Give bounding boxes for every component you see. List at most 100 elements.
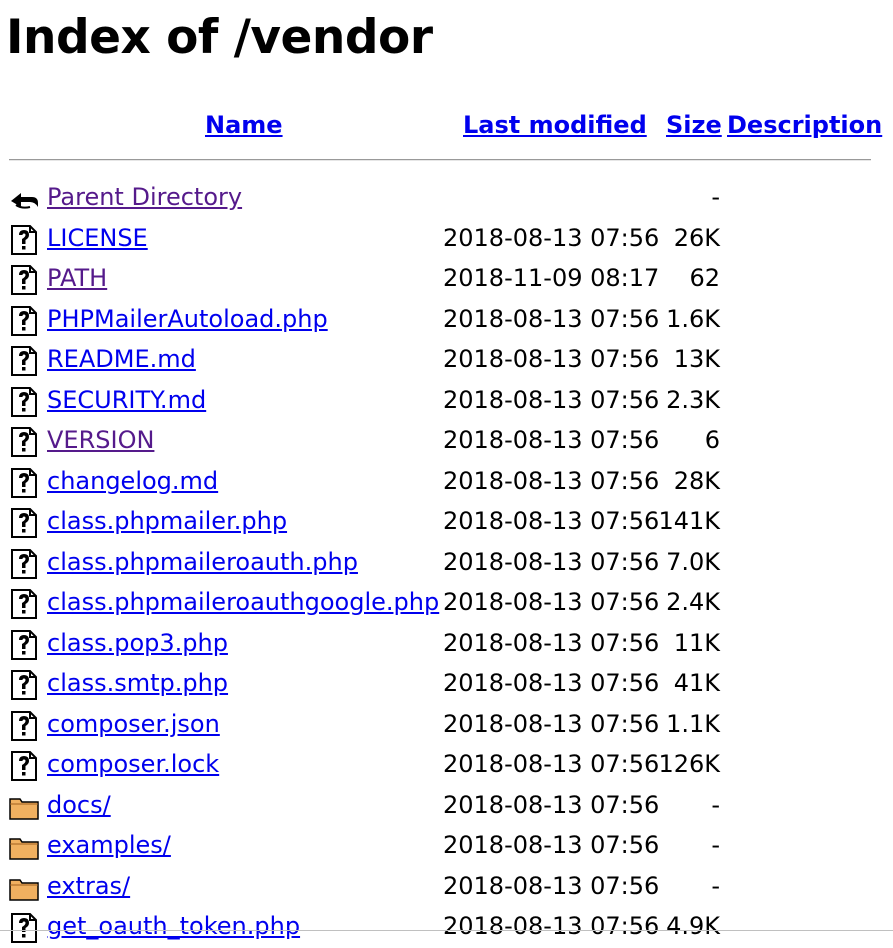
last-modified: 2018-08-13 07:56 bbox=[443, 223, 660, 252]
file-row: composer.json 2018-08-13 07:56 1.1K bbox=[0, 706, 893, 746]
file-row: SECURITY.md 2018-08-13 07:56 2.3K bbox=[0, 382, 893, 422]
file-row: PATH 2018-11-09 08:17 62 bbox=[0, 260, 893, 300]
file-size: 141K bbox=[658, 507, 720, 535]
file-link[interactable]: composer.lock bbox=[47, 749, 219, 779]
file-link[interactable]: changelog.md bbox=[47, 466, 218, 496]
file-size: - bbox=[711, 871, 720, 900]
last-modified: 2018-08-13 07:56 bbox=[443, 750, 660, 778]
file-size: 2.3K bbox=[666, 385, 720, 414]
last-modified: 2018-08-13 07:56 bbox=[443, 466, 660, 495]
last-modified: 2018-08-13 07:56 bbox=[443, 304, 660, 333]
unknown-file-icon bbox=[11, 548, 37, 579]
file-link[interactable]: class.phpmaileroauth.php bbox=[47, 547, 358, 577]
file-link[interactable]: class.pop3.php bbox=[47, 628, 228, 658]
unknown-file-icon bbox=[11, 710, 37, 741]
unknown-file-icon bbox=[11, 386, 37, 417]
file-link[interactable]: composer.json bbox=[47, 709, 220, 739]
sort-by-name-link[interactable]: Name bbox=[205, 110, 283, 140]
last-modified: 2018-08-13 07:56 bbox=[443, 345, 660, 373]
file-row: class.phpmaileroauth.php 2018-08-13 07:56… bbox=[0, 544, 893, 584]
file-row: README.md 2018-08-13 07:56 13K bbox=[0, 341, 893, 381]
last-modified: 2018-11-09 08:17 bbox=[443, 264, 660, 292]
file-link[interactable]: LICENSE bbox=[47, 223, 148, 253]
file-link[interactable]: PATH bbox=[47, 263, 107, 293]
header-divider bbox=[9, 159, 871, 161]
file-size: 2.4K bbox=[666, 588, 720, 616]
file-size: - bbox=[711, 183, 720, 211]
last-modified: 2018-08-13 07:56 bbox=[443, 669, 660, 697]
sort-by-last-modified-link[interactable]: Last modified bbox=[463, 110, 647, 140]
file-size: 7.0K bbox=[666, 547, 720, 576]
last-modified: 2018-08-13 07:56 bbox=[443, 871, 660, 900]
unknown-file-icon bbox=[11, 629, 37, 660]
back-icon bbox=[11, 193, 38, 209]
file-size: 1.6K bbox=[666, 304, 720, 333]
file-row: class.phpmailer.php 2018-08-13 07:56 141K bbox=[0, 503, 893, 543]
file-link[interactable]: class.phpmailer.php bbox=[47, 506, 287, 536]
file-link[interactable]: PHPMailerAutoload.php bbox=[47, 304, 328, 334]
unknown-file-icon bbox=[11, 913, 37, 943]
file-row: class.pop3.php 2018-08-13 07:56 11K bbox=[0, 625, 893, 665]
file-size: 41K bbox=[673, 669, 720, 697]
file-link[interactable]: README.md bbox=[47, 344, 196, 374]
file-row: class.smtp.php 2018-08-13 07:56 41K bbox=[0, 665, 893, 705]
file-size: 1.1K bbox=[666, 709, 720, 738]
unknown-file-icon bbox=[11, 670, 37, 700]
last-modified: 2018-08-13 07:56 bbox=[443, 588, 660, 616]
last-modified: 2018-08-13 07:56 bbox=[443, 912, 660, 940]
file-size: 28K bbox=[673, 466, 720, 495]
unknown-file-icon bbox=[11, 265, 37, 295]
folder-icon bbox=[9, 878, 39, 901]
file-row: changelog.md 2018-08-13 07:56 28K bbox=[0, 463, 893, 503]
last-modified: 2018-08-13 07:56 bbox=[443, 547, 660, 576]
file-size: 62 bbox=[689, 264, 720, 292]
file-row: examples/2018-08-13 07:56 - bbox=[0, 827, 893, 867]
page-title: Index of /vendor bbox=[6, 10, 433, 65]
file-size: - bbox=[711, 790, 720, 819]
file-link[interactable]: docs/ bbox=[47, 790, 111, 820]
viewport-bottom-edge bbox=[0, 930, 893, 931]
file-link[interactable]: class.phpmaileroauthgoogle.php bbox=[47, 587, 439, 617]
file-link[interactable]: VERSION bbox=[47, 425, 154, 455]
folder-icon bbox=[9, 838, 39, 860]
last-modified: 2018-08-13 07:56 bbox=[443, 790, 660, 819]
last-modified: 2018-08-13 07:56 bbox=[443, 385, 660, 414]
last-modified: 2018-08-13 07:56 bbox=[443, 426, 660, 454]
file-row: PHPMailerAutoload.php 2018-08-13 07:56 1.6… bbox=[0, 301, 893, 341]
file-size: - bbox=[711, 831, 720, 859]
file-row: get_oauth_token.php 2018-08-13 07:56 4.9K bbox=[0, 908, 893, 948]
file-size: 4.9K bbox=[666, 912, 720, 940]
parent-directory-row: Parent Directory - bbox=[0, 179, 893, 219]
file-size: 6 bbox=[704, 426, 720, 454]
unknown-file-icon bbox=[11, 427, 37, 457]
last-modified: 2018-08-13 07:56 bbox=[443, 831, 660, 859]
file-row: VERSION 2018-08-13 07:56 6 bbox=[0, 422, 893, 462]
last-modified: 2018-08-13 07:56 bbox=[443, 628, 660, 657]
unknown-file-icon bbox=[11, 508, 37, 538]
parent-directory-link[interactable]: Parent Directory bbox=[47, 182, 242, 212]
unknown-file-icon bbox=[11, 224, 37, 255]
file-row: class.phpmaileroauthgoogle.php 2018-08-13… bbox=[0, 584, 893, 624]
file-size: 11K bbox=[673, 628, 720, 657]
last-modified: 2018-08-13 07:56 bbox=[443, 507, 660, 535]
unknown-file-icon bbox=[11, 467, 37, 498]
file-row: LICENSE 2018-08-13 07:56 26K bbox=[0, 220, 893, 260]
file-link[interactable]: get_oauth_token.php bbox=[47, 911, 300, 941]
file-link[interactable]: SECURITY.md bbox=[47, 385, 206, 415]
unknown-file-icon bbox=[11, 305, 37, 336]
last-modified: 2018-08-13 07:56 bbox=[443, 709, 660, 738]
file-link[interactable]: class.smtp.php bbox=[47, 668, 228, 698]
file-size: 126K bbox=[658, 750, 720, 778]
sort-by-size-link[interactable]: Size bbox=[666, 110, 722, 140]
file-row: docs/2018-08-13 07:56 - bbox=[0, 787, 893, 827]
sort-by-description-link[interactable]: Description bbox=[727, 110, 882, 140]
file-link[interactable]: extras/ bbox=[47, 871, 130, 901]
file-size: 13K bbox=[673, 345, 720, 373]
unknown-file-icon bbox=[11, 589, 37, 619]
folder-icon bbox=[9, 797, 39, 820]
file-link[interactable]: examples/ bbox=[47, 830, 171, 860]
unknown-file-icon bbox=[11, 346, 37, 376]
file-row: extras/2018-08-13 07:56 - bbox=[0, 868, 893, 908]
file-size: 26K bbox=[673, 223, 720, 252]
unknown-file-icon bbox=[11, 751, 37, 781]
